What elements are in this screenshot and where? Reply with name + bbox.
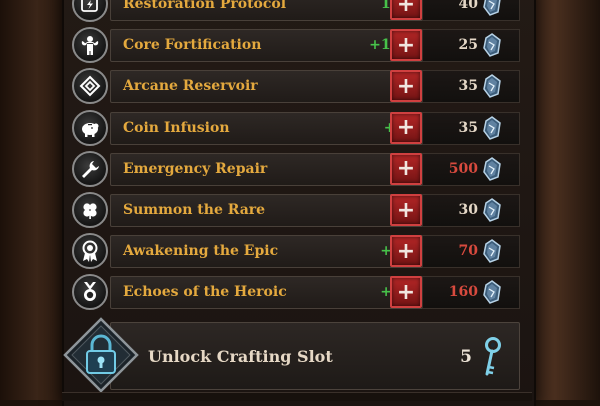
key-icon [485,337,501,376]
crafting-row: Core Fortification+16♥+25 [70,27,520,64]
background-left [0,0,62,400]
crafting-row: Coin Infusion+32+35 [70,109,520,147]
crafting-row: Restoration Protocol10♥+40 [70,0,520,23]
crystal-gem-icon [482,0,502,16]
award-ribbon-icon [72,233,108,270]
unlock-slot-label: Unlock Crafting Slot [148,347,333,366]
upgrade-cost: 25 [458,37,478,54]
crystal-gem-icon [482,115,502,140]
medal-icon [72,274,108,311]
crystal-gem-icon [482,280,502,305]
upgrade-cost: 160 [448,284,478,301]
upgrade-plus-button[interactable]: + [390,29,422,62]
upgrade-plus-button[interactable]: + [390,70,422,103]
upgrade-cost: 30 [458,202,478,218]
strongman-icon [72,27,108,64]
upgrade-name: Awakening the Epic [123,243,279,260]
upgrade-plus-button[interactable]: + [390,152,422,185]
battery-bolt-icon [72,0,108,22]
crystal-gem-icon [482,74,502,99]
upgrade-plus-button[interactable]: + [390,235,422,268]
clover-icon [72,192,108,228]
upgrade-name: Echoes of the Heroic [123,284,287,301]
wrench-icon [72,150,108,187]
upgrade-name: Coin Infusion [123,119,230,136]
upgrade-name: Summon the Rare [123,202,266,218]
crystal-gem-icon [482,33,502,58]
upgrade-plus-button[interactable]: + [390,194,422,226]
upgrade-name: Arcane Reservoir [123,78,258,95]
upgrade-cost: 35 [458,78,478,95]
crafting-row: Summon the Rare +30 [70,192,520,229]
upgrade-plus-button[interactable]: + [390,111,422,144]
crystal-gem-icon [482,198,502,222]
upgrade-cost: 500 [448,160,478,177]
upgrade-plus-button[interactable]: + [390,0,422,20]
crafting-row: Awakening the Epic+2%+70 [70,233,520,270]
crystal-gem-icon [482,156,502,181]
piggy-bank-icon [72,109,108,146]
upgrade-cost: 40 [458,0,478,12]
padlock-icon[interactable] [62,316,140,394]
upgrade-cost: 70 [458,243,478,260]
crafting-row: Echoes of the Heroic+3%+160 [70,274,520,311]
upgrade-cost: 35 [458,119,478,136]
arcane-diamond-icon [72,68,108,105]
unlock-key-count: 5 [460,347,472,367]
upgrade-name: Emergency Repair [123,160,268,177]
crafting-row: Emergency Repair1+500 [70,150,520,188]
crystal-gem-icon [482,239,502,264]
crafting-row: Arcane Reservoir+3+35 [70,68,520,105]
upgrade-name: Restoration Protocol [123,0,287,12]
upgrade-name: Core Fortification [123,37,262,54]
upgrade-plus-button[interactable]: + [390,276,422,309]
